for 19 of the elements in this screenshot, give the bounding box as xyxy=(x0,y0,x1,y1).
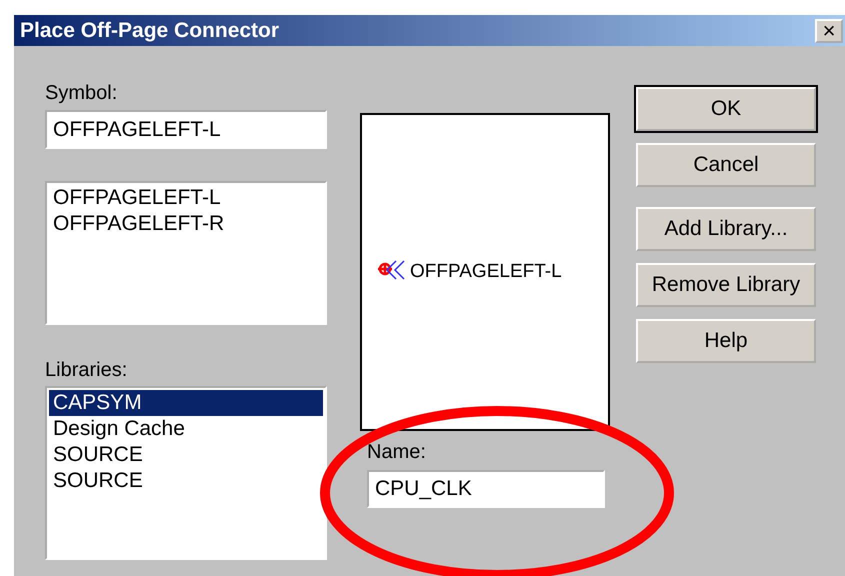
dialog-button[interactable]: OK xyxy=(636,87,816,131)
name-label: Name: xyxy=(367,441,427,464)
symbol-label: Symbol: xyxy=(45,82,118,105)
list-item[interactable]: OFFPAGELEFT-R xyxy=(49,211,323,237)
list-item[interactable]: Design Cache xyxy=(49,416,323,442)
dialog-button[interactable]: Remove Library xyxy=(636,263,816,307)
list-item[interactable]: SOURCE xyxy=(49,442,323,468)
dialog-button[interactable]: Help xyxy=(636,319,816,363)
list-item[interactable]: OFFPAGELEFT-L xyxy=(49,185,323,211)
symbol-field[interactable]: OFFPAGELEFT-L xyxy=(45,110,327,149)
symbol-name: OFFPAGELEFT-L xyxy=(410,261,562,283)
libraries-label: Libraries: xyxy=(45,359,128,382)
list-item[interactable]: SOURCE xyxy=(49,468,323,494)
close-button[interactable]: × xyxy=(815,18,843,42)
dialog-button[interactable]: Cancel xyxy=(636,143,816,187)
list-item[interactable]: CAPSYM xyxy=(49,390,323,416)
name-field[interactable]: CPU_CLK xyxy=(367,470,605,508)
window-title: Place Off-Page Connector xyxy=(20,18,280,42)
dialog-button[interactable]: Add Library... xyxy=(636,207,816,251)
